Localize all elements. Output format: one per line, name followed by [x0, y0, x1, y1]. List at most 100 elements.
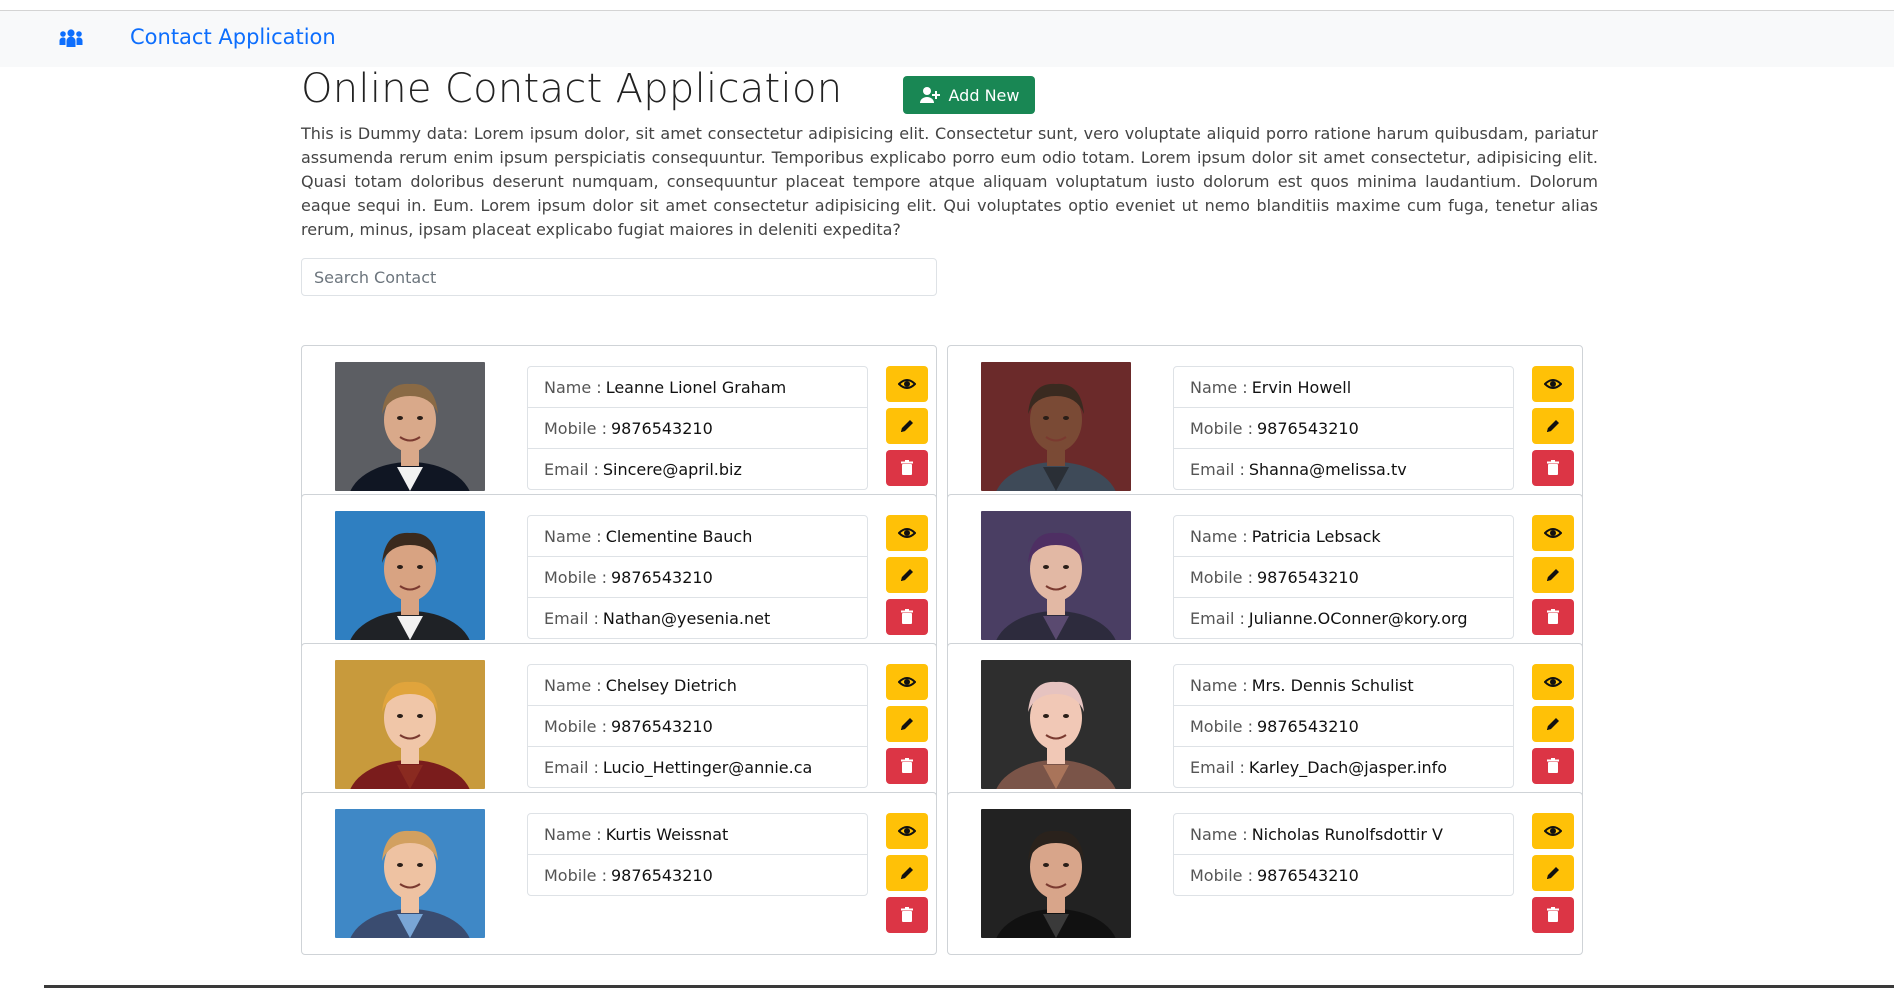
pencil-icon: [898, 566, 916, 584]
contact-name: Mrs. Dennis Schulist: [1251, 675, 1414, 695]
contact-mobile-row: Mobile :9876543210: [1174, 706, 1513, 747]
add-new-label: Add New: [948, 85, 1020, 105]
user-plus-icon: [919, 87, 940, 103]
contact-details: Name : Leanne Lionel Graham Mobile :987654…: [527, 366, 868, 490]
contact-photo: [335, 511, 485, 640]
page-description: This is Dummy data: Lorem ipsum dolor, s…: [301, 124, 1598, 239]
email-label: Email :: [1190, 608, 1245, 628]
contact-actions: [1532, 515, 1574, 641]
contact-photo: [981, 809, 1131, 938]
pencil-icon: [1544, 566, 1562, 584]
name-label: Name :: [544, 675, 602, 695]
contact-photo: [981, 511, 1131, 640]
pencil-icon: [898, 417, 916, 435]
name-label: Name :: [1190, 526, 1248, 546]
contact-name: Ervin Howell: [1251, 377, 1352, 397]
contact-email-row: Email : Lucio_Hettinger@annie.ca: [528, 747, 867, 787]
contact-details: Name : Patricia Lebsack Mobile :9876543210…: [1173, 515, 1514, 639]
view-contact-button[interactable]: [1532, 813, 1574, 849]
page-header: Online Contact Application Add New: [301, 64, 1601, 124]
contact-mobile-row: Mobile :9876543210: [1174, 557, 1513, 598]
contact-photo: [981, 362, 1131, 491]
edit-contact-button[interactable]: [1532, 855, 1574, 891]
delete-contact-button[interactable]: [1532, 748, 1574, 784]
eye-icon: [898, 375, 916, 393]
contact-actions: [886, 515, 928, 641]
view-contact-button[interactable]: [1532, 664, 1574, 700]
contact-actions: [886, 664, 928, 790]
delete-contact-button[interactable]: [886, 599, 928, 635]
edit-contact-button[interactable]: [886, 408, 928, 444]
contact-card: Name : Patricia Lebsack Mobile :9876543210…: [947, 494, 1583, 657]
contact-name: Chelsey Dietrich: [605, 675, 737, 695]
name-label: Name :: [544, 377, 602, 397]
contact-mobile: 9876543210: [1256, 567, 1359, 587]
contact-name-row: Name : Kurtis Weissnat: [528, 814, 867, 855]
view-contact-button[interactable]: [1532, 515, 1574, 551]
contact-email-row: Email : Shanna@melissa.tv: [1174, 449, 1513, 489]
users-icon[interactable]: [58, 28, 84, 48]
contact-actions: [1532, 813, 1574, 939]
mobile-label: Mobile :: [1190, 716, 1253, 736]
contact-email: Lucio_Hettinger@annie.ca: [602, 757, 813, 777]
email-label: Email :: [544, 459, 599, 479]
mobile-label: Mobile :: [544, 716, 607, 736]
contact-name: Kurtis Weissnat: [605, 824, 729, 844]
pencil-icon: [1544, 864, 1562, 882]
pencil-icon: [1544, 417, 1562, 435]
delete-contact-button[interactable]: [886, 748, 928, 784]
trash-icon: [1544, 757, 1562, 775]
delete-contact-button[interactable]: [1532, 599, 1574, 635]
name-label: Name :: [544, 824, 602, 844]
view-contact-button[interactable]: [886, 813, 928, 849]
search-input[interactable]: [301, 258, 937, 296]
eye-icon: [898, 524, 916, 542]
contact-actions: [1532, 664, 1574, 790]
delete-contact-button[interactable]: [1532, 450, 1574, 486]
trash-icon: [898, 608, 916, 626]
view-contact-button[interactable]: [886, 664, 928, 700]
navbar: Contact Application: [0, 11, 1894, 67]
view-contact-button[interactable]: [886, 515, 928, 551]
window-top-border: [0, 0, 1894, 11]
delete-contact-button[interactable]: [886, 897, 928, 933]
contact-email-row: Email : Sincere@april.biz: [528, 449, 867, 489]
delete-contact-button[interactable]: [886, 450, 928, 486]
email-label: Email :: [1190, 757, 1245, 777]
edit-contact-button[interactable]: [1532, 408, 1574, 444]
add-new-button[interactable]: Add New: [903, 76, 1035, 114]
contact-card: Name : Chelsey Dietrich Mobile :9876543210…: [301, 643, 937, 806]
view-contact-button[interactable]: [1532, 366, 1574, 402]
contact-mobile-row: Mobile :9876543210: [528, 408, 867, 449]
pencil-icon: [898, 864, 916, 882]
contact-mobile-row: Mobile :9876543210: [528, 855, 867, 895]
edit-contact-button[interactable]: [886, 557, 928, 593]
contact-card: Name : Kurtis Weissnat Mobile :9876543210: [301, 792, 937, 955]
trash-icon: [1544, 459, 1562, 477]
edit-contact-button[interactable]: [1532, 706, 1574, 742]
eye-icon: [1544, 375, 1562, 393]
edit-contact-button[interactable]: [886, 706, 928, 742]
contact-email-row: Email : Nathan@yesenia.net: [528, 598, 867, 638]
edit-contact-button[interactable]: [1532, 557, 1574, 593]
navbar-brand-link[interactable]: Contact Application: [130, 25, 336, 49]
trash-icon: [898, 757, 916, 775]
contact-details: Name : Kurtis Weissnat Mobile :9876543210: [527, 813, 868, 896]
contact-card: Name : Nicholas Runolfsdottir V Mobile :98…: [947, 792, 1583, 955]
contact-mobile-row: Mobile :9876543210: [528, 557, 867, 598]
contact-details: Name : Ervin Howell Mobile :9876543210 Emai…: [1173, 366, 1514, 490]
contact-email: Nathan@yesenia.net: [602, 608, 771, 628]
delete-contact-button[interactable]: [1532, 897, 1574, 933]
contact-photo: [335, 809, 485, 938]
view-contact-button[interactable]: [886, 366, 928, 402]
contact-mobile: 9876543210: [610, 418, 713, 438]
trash-icon: [1544, 608, 1562, 626]
pencil-icon: [1544, 715, 1562, 733]
edit-contact-button[interactable]: [886, 855, 928, 891]
contact-details: Name : Nicholas Runolfsdottir V Mobile :98…: [1173, 813, 1514, 896]
contact-name-row: Name : Mrs. Dennis Schulist: [1174, 665, 1513, 706]
contact-name-row: Name : Chelsey Dietrich: [528, 665, 867, 706]
mobile-label: Mobile :: [544, 418, 607, 438]
contact-email: Julianne.OConner@kory.org: [1248, 608, 1468, 628]
contact-mobile-row: Mobile :9876543210: [1174, 408, 1513, 449]
